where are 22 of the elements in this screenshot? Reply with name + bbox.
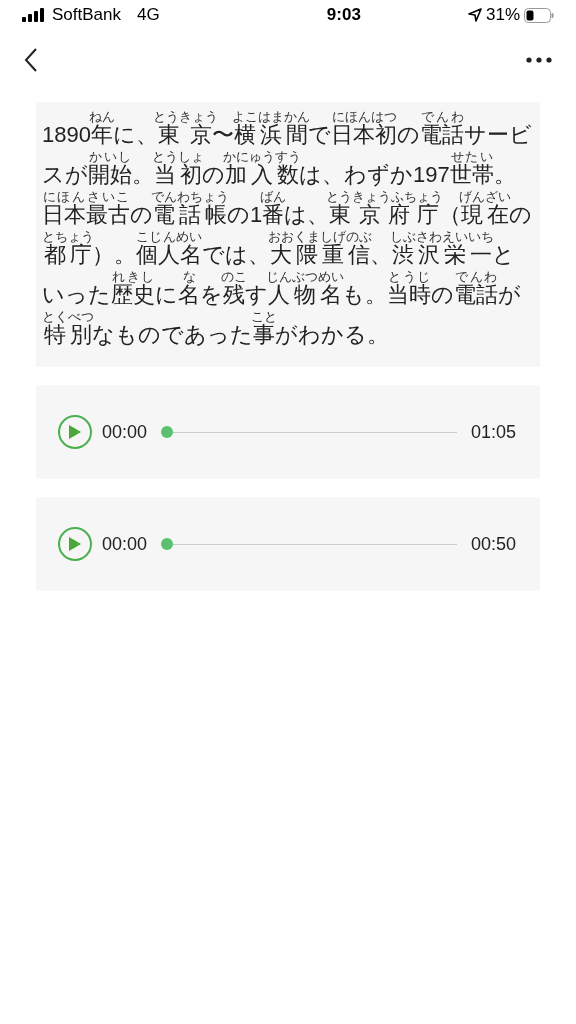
network-type: 4G (137, 4, 160, 27)
slider-thumb[interactable] (161, 538, 174, 550)
battery-icon (524, 7, 554, 23)
play-icon (68, 536, 82, 552)
play-icon (68, 424, 82, 440)
battery-percent: 31% (485, 4, 520, 27)
slider-thumb[interactable] (161, 426, 174, 438)
more-button[interactable] (524, 55, 554, 65)
elapsed-time: 00:00 (102, 420, 148, 444)
signal-icon (22, 8, 46, 22)
duration-time: 00:50 (470, 532, 516, 556)
progress-slider[interactable] (161, 538, 457, 550)
progress-slider[interactable] (161, 426, 457, 438)
carrier-name: SoftBank (52, 4, 121, 27)
elapsed-time: 00:00 (102, 532, 148, 556)
location-arrow-icon (467, 8, 482, 22)
passage-text: 1890年 ねん に、東京 とうきょう 〜横浜間 よこはまかん で日本初 にほんはつ の電話 でんわ サービスが開始 かいし 。当初 とうしょ の加入数 かにゅうすう は、わずか197世帯 せたい 。 日本最古 にほんさいこ の電話帳 でんわちょう の1番 ばん は、東京府庁 とうきょうふちょう （現在 げんざい の 都庁 とちょう ）。個人名 こじんめい では、大隈重信 おおくましげのぶ 、渋沢栄一 しぶさわえいいち といった歴史 れきし に名 な を残 のこ す人物名 じんぶつめい も。当時 とうじ の電話 でんわ が 特別 とくべつ なものであった事 こと がわかる。 (42, 110, 534, 349)
clock: 9:03 (326, 4, 361, 27)
play-button[interactable] (58, 415, 92, 449)
back-button[interactable] (22, 46, 40, 74)
play-button[interactable] (58, 527, 92, 561)
duration-time: 01:05 (470, 420, 516, 444)
